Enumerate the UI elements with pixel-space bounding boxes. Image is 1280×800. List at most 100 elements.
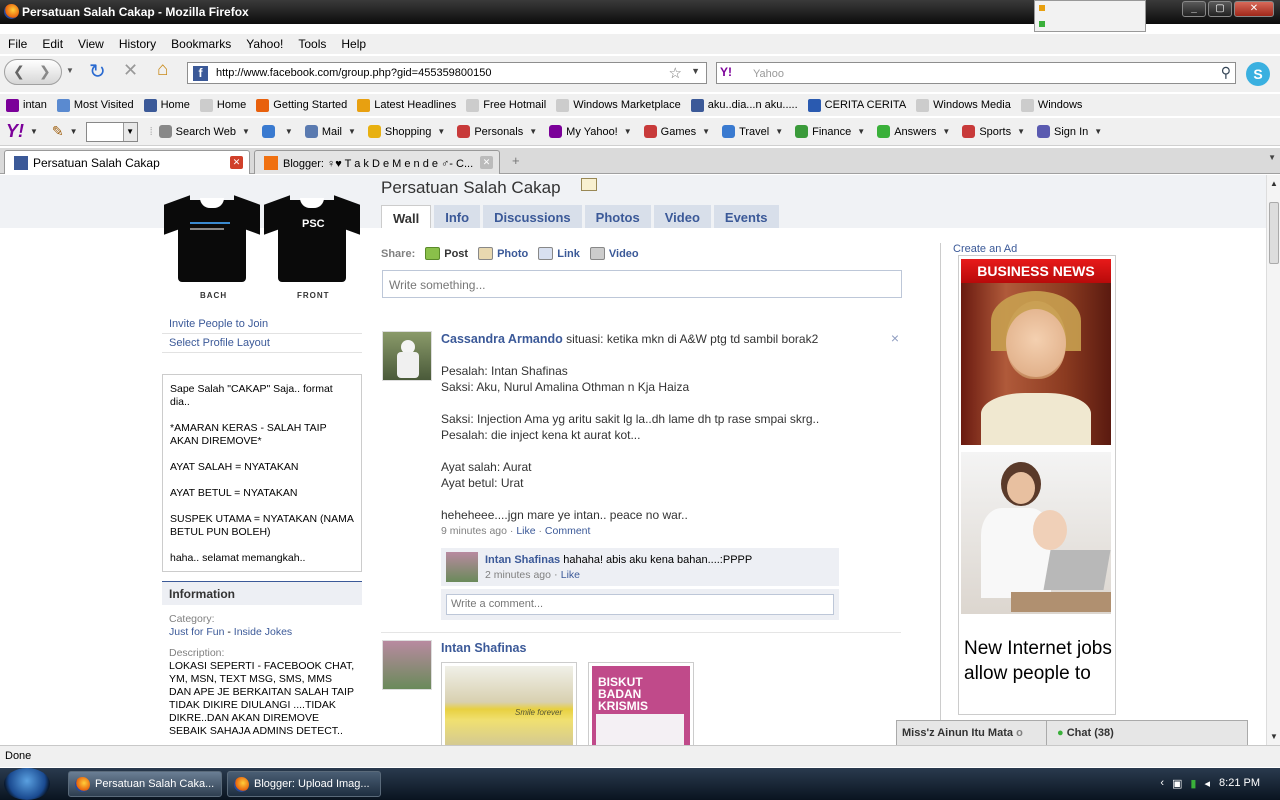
tab-events[interactable]: Events <box>713 205 779 228</box>
dropdown-icon[interactable]: ▼ <box>942 127 950 136</box>
tray-expand-icon[interactable]: ‹ <box>1160 777 1164 790</box>
list-tabs-icon[interactable]: ▼ <box>1268 153 1276 162</box>
yahoo-toolbar-item[interactable]: ▼ <box>261 125 293 138</box>
bookmark-item[interactable]: Windows Marketplace <box>556 98 681 112</box>
start-button[interactable] <box>4 768 50 800</box>
post-author-link[interactable]: Cassandra Armando <box>441 332 563 346</box>
comment-like-link[interactable]: Like <box>561 569 580 581</box>
dropdown-icon[interactable]: ▼ <box>1017 127 1025 136</box>
search-placeholder[interactable]: Yahoo <box>753 68 784 80</box>
dropdown-icon[interactable]: ▼ <box>529 127 537 136</box>
scrollbar-thumb[interactable] <box>1269 202 1279 264</box>
menu-yahoo[interactable]: Yahoo! <box>246 37 283 51</box>
taskbar-item-blogger[interactable]: Blogger: Upload Imag... <box>227 771 381 797</box>
bookmark-item[interactable]: Windows Media <box>916 98 1011 112</box>
yahoo-toolbar-item[interactable]: Search Web ▼ <box>158 125 250 138</box>
tab-close-icon[interactable]: ✕ <box>230 156 243 169</box>
group-profile-picture[interactable]: PSC BACH FRONT <box>162 185 362 305</box>
comment-link[interactable]: Comment <box>545 525 591 537</box>
dropdown-icon[interactable]: ▼ <box>702 127 710 136</box>
share-photo-button[interactable]: Photo <box>478 247 528 260</box>
chat-contact-tab[interactable]: Miss'z Ainun Itu Mata o <box>897 721 1047 745</box>
yahoo-search-combo[interactable]: ▼ <box>85 121 138 142</box>
avatar[interactable] <box>382 331 432 381</box>
comment-author-link[interactable]: Intan Shafinas <box>485 554 560 566</box>
back-arrow-icon[interactable]: ❮ <box>13 63 25 80</box>
url-dropdown-icon[interactable]: ▼ <box>691 66 700 76</box>
bookmark-item[interactable]: Home <box>199 98 246 112</box>
menu-bookmarks[interactable]: Bookmarks <box>171 37 231 51</box>
tab-close-icon[interactable]: ✕ <box>480 156 493 169</box>
combo-dropdown-icon[interactable]: ▼ <box>122 122 137 141</box>
yahoo-logo-icon[interactable]: Y! <box>6 121 24 142</box>
menu-edit[interactable]: Edit <box>42 37 63 51</box>
bookmark-item[interactable]: Getting Started <box>256 98 347 112</box>
clock[interactable]: 8:21 PM <box>1219 777 1260 789</box>
network-icon[interactable]: ▣ <box>1172 777 1182 790</box>
bookmark-star-icon[interactable]: ☆ <box>669 64 682 82</box>
dropdown-icon[interactable]: ▼ <box>437 127 445 136</box>
category-just-for-fun-link[interactable]: Just for Fun <box>169 626 224 638</box>
remove-post-icon[interactable]: × <box>891 330 899 346</box>
forward-arrow-icon[interactable]: ❯ <box>39 63 51 80</box>
new-tab-icon[interactable]: + <box>512 153 520 168</box>
yahoo-toolbar-item[interactable]: My Yahoo! ▼ <box>549 125 632 138</box>
ad-text[interactable]: New Internet jobs allow people to <box>964 636 1114 686</box>
category-inside-jokes-link[interactable]: Inside Jokes <box>234 626 292 638</box>
close-button[interactable]: ✕ <box>1234 1 1274 17</box>
scroll-down-icon[interactable]: ▼ <box>1270 732 1278 741</box>
write-something-input[interactable]: Write something... <box>382 270 902 298</box>
tab-persatuan-salah-cakap[interactable]: Persatuan Salah Cakap ✕ <box>4 150 250 174</box>
yahoo-toolbar-item[interactable]: Finance ▼ <box>795 125 865 138</box>
reload-icon[interactable]: ↻ <box>89 59 106 84</box>
pencil-dropdown-icon[interactable]: ▼ <box>70 127 78 136</box>
advertisement[interactable]: BUSINESS NEWS New Internet jobs allow pe… <box>958 255 1116 715</box>
tab-blogger[interactable]: Blogger: ♀♥ T a k D e M e n d e ♂- C... … <box>254 150 500 174</box>
maximize-button[interactable]: ▢ <box>1208 1 1232 17</box>
search-bar[interactable]: Y! Yahoo ⚲ <box>716 62 1236 84</box>
yahoo-toolbar-item[interactable]: Sports ▼ <box>962 125 1025 138</box>
minimize-button[interactable]: _ <box>1182 1 1206 17</box>
menu-tools[interactable]: Tools <box>298 37 326 51</box>
taskbar-item-facebook[interactable]: Persatuan Salah Caka... <box>68 771 222 797</box>
share-post-button[interactable]: Post <box>425 247 468 260</box>
yahoo-toolbar-item[interactable]: Travel ▼ <box>722 125 783 138</box>
yahoo-toolbar-item[interactable]: Answers ▼ <box>877 125 950 138</box>
skype-icon[interactable]: S <box>1246 62 1270 86</box>
photo-thumbnail[interactable]: Smile forever <box>441 662 577 745</box>
dropdown-icon[interactable]: ▼ <box>285 127 293 136</box>
bookmark-item[interactable]: aku..dia...n aku..... <box>690 98 798 112</box>
like-link[interactable]: Like <box>516 525 535 537</box>
avatar[interactable] <box>382 640 432 690</box>
bookmark-item[interactable]: Most Visited <box>56 98 134 112</box>
pencil-icon[interactable]: ✎ <box>52 123 64 140</box>
tab-photos[interactable]: Photos <box>584 205 651 228</box>
dropdown-icon[interactable]: ▼ <box>624 127 632 136</box>
signal-icon[interactable]: ▮ <box>1190 777 1196 790</box>
post-author-link[interactable]: Intan Shafinas <box>441 641 526 655</box>
url-text[interactable]: http://www.facebook.com/group.php?gid=45… <box>216 67 492 79</box>
bookmark-item[interactable]: Home <box>143 98 190 112</box>
bookmark-item[interactable]: Free Hotmail <box>466 98 546 112</box>
share-video-button[interactable]: Video <box>589 247 639 260</box>
search-icon[interactable]: ⚲ <box>1221 64 1231 81</box>
avatar[interactable] <box>446 552 478 582</box>
yahoo-toolbar-item[interactable]: Sign In ▼ <box>1037 125 1102 138</box>
menu-help[interactable]: Help <box>341 37 366 51</box>
tab-video[interactable]: Video <box>653 205 711 228</box>
yahoo-toolbar-item[interactable]: Games ▼ <box>643 125 710 138</box>
history-dropdown-icon[interactable]: ▼ <box>66 66 74 75</box>
dropdown-icon[interactable]: ▼ <box>1094 127 1102 136</box>
tab-discussions[interactable]: Discussions <box>483 205 582 228</box>
stop-icon[interactable]: ✕ <box>123 60 138 81</box>
create-ad-link[interactable]: Create an Ad <box>953 243 1017 255</box>
chat-button[interactable]: ● Chat (38) <box>1049 721 1122 745</box>
home-icon[interactable]: ⌂ <box>157 59 168 81</box>
volume-icon[interactable]: ◂ <box>1204 777 1210 790</box>
url-bar[interactable]: f http://www.facebook.com/group.php?gid=… <box>187 62 707 84</box>
page-scrollbar[interactable]: ▲ ▼ <box>1266 175 1280 745</box>
yahoo-toolbar-item[interactable]: Mail ▼ <box>304 125 356 138</box>
yahoo-search-engine-icon[interactable]: Y! <box>720 65 732 79</box>
menu-view[interactable]: View <box>78 37 104 51</box>
write-comment-input[interactable]: Write a comment... <box>446 594 834 615</box>
